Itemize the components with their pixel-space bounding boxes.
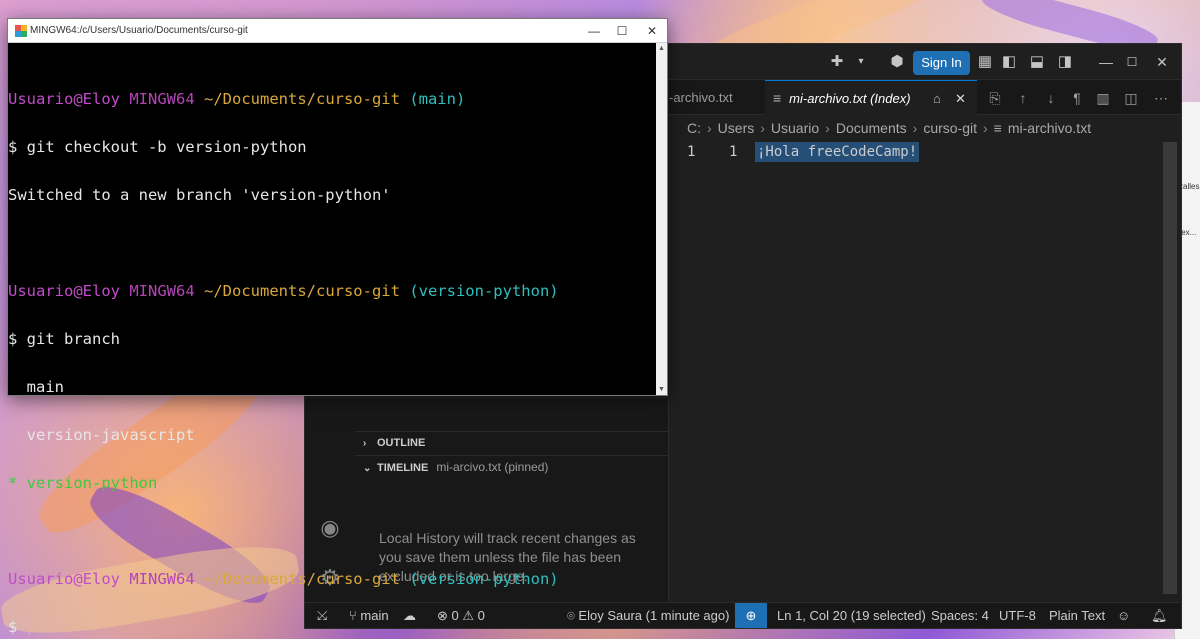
toggle-panel-icon[interactable]: ⬓ [1027,52,1047,72]
tab-label: -archivo.txt [669,90,733,105]
tab-mi-archivo-index[interactable]: ≡ mi-archivo.txt (Index) ⌂ ✕ [765,80,977,115]
prompt-branch: (main) [409,90,466,108]
breadcrumb-separator-icon: › [707,120,712,136]
language-mode[interactable]: Plain Text [1049,603,1105,628]
zoom-icon[interactable]: ⊕ [735,603,767,628]
maximize-icon[interactable]: ☐ [1121,52,1143,72]
prompt-branch: (version-python) [409,282,559,300]
copilot-icon[interactable]: ☺ [1117,603,1130,628]
map-icon[interactable]: ▥ [1093,88,1113,108]
prompt-branch: (version-python) [409,570,559,588]
editor-scrollbar[interactable] [1163,142,1177,594]
breadcrumb: C: › Users › Usuario › Documents › curso-git › ≡ mi… [687,120,1091,142]
minimize-icon[interactable]: — [584,21,604,41]
open-changes-icon[interactable]: ⎘ [985,88,1005,108]
file-lines-icon: ≡ [773,90,782,106]
bash-titlebar[interactable]: MINGW64:/c/Users/Usuario/Documents/curso… [8,19,667,43]
prompt-user: Usuario@Eloy [8,570,120,588]
window-title: MINGW64:/c/Users/Usuario/Documents/curso… [30,25,248,36]
indentation[interactable]: Spaces: 4 [931,603,989,628]
text-cursor [28,619,30,635]
prompt-user: Usuario@Eloy [8,90,120,108]
prompt-path: ~/Documents/curso-git [204,282,400,300]
split-editor-icon[interactable]: ◫ [1121,88,1141,108]
toggle-sidebar-icon[interactable]: ◧ [999,52,1019,72]
terminal-output[interactable]: Usuario@Eloy MINGW64 ~/Documents/curso-g… [8,59,658,639]
scroll-up-icon[interactable]: ▲ [656,43,667,54]
scroll-down-icon[interactable]: ▼ [656,384,667,395]
toggle-secondary-sidebar-icon[interactable]: ◨ [1055,52,1075,72]
close-icon[interactable]: ✕ [1151,52,1173,72]
prompt-mingw: MINGW64 [129,90,195,108]
breadcrumb-item[interactable]: Users [718,120,755,136]
line-number-original: 1 [687,144,696,160]
tab-archivo[interactable]: -archivo.txt [669,80,759,115]
line-number-modified: 1 [729,144,738,160]
breadcrumb-separator-icon: › [983,120,988,136]
prompt-line: Usuario@Eloy MINGW64 ~/Documents/curso-g… [8,571,658,587]
arrow-down-icon[interactable]: ↓ [1041,88,1061,108]
breadcrumb-separator-icon: › [825,120,830,136]
prompt-mingw: MINGW64 [129,570,195,588]
command-line: $ git branch [8,330,120,348]
cursor-position[interactable]: Ln 1, Col 20 (19 selected) [777,603,926,628]
prompt-line: Usuario@Eloy MINGW64 ~/Documents/curso-g… [8,283,658,299]
minimize-icon[interactable]: — [1095,52,1117,72]
git-bash-window: MINGW64:/c/Users/Usuario/Documents/curso… [7,18,668,635]
editor-tabs: -archivo.txt ≡ mi-archivo.txt (Index) ⌂ ✕… [669,80,1181,115]
output-line: main [8,378,64,396]
lock-icon: ⌂ [933,91,941,106]
encoding[interactable]: UTF-8 [999,603,1036,628]
arrow-up-icon[interactable]: ↑ [1013,88,1033,108]
prompt-path: ~/Documents/curso-git [204,570,400,588]
input-line[interactable]: $ [8,619,658,635]
output-line: version-javascript [8,426,195,444]
breadcrumb-item[interactable]: Documents [836,120,907,136]
copilot-chat-icon[interactable]: ✚ [827,52,847,72]
prompt-user: Usuario@Eloy [8,282,120,300]
code-text[interactable]: ¡Hola freeCodeCamp! [755,142,920,162]
command-line: $ git checkout -b version-python [8,138,307,156]
bell-icon[interactable]: 🔔︎ [1151,603,1168,628]
breadcrumb-separator-icon: › [760,120,765,136]
maximize-icon[interactable]: ☐ [612,21,632,41]
pilcrow-icon[interactable]: ¶ [1067,88,1087,108]
current-branch-line: * version-python [8,474,158,492]
mingw-logo-icon [15,25,27,37]
chevron-down-icon[interactable]: ▾ [851,52,871,72]
breadcrumb-separator-icon: › [912,120,918,136]
accounts-icon[interactable]: ⬢ [887,52,907,72]
terminal-scrollbar[interactable]: ▲ ▼ [656,43,667,395]
more-actions-icon[interactable]: ⋯ [1151,88,1171,108]
layout-icon[interactable]: ▦ [975,52,995,72]
breadcrumb-item[interactable]: mi-archivo.txt [1008,120,1091,136]
sign-in-button[interactable]: Sign In [913,51,970,75]
output-line: Switched to a new branch 'version-python… [8,186,391,204]
prompt-path: ~/Documents/curso-git [204,90,400,108]
peek-text: zalles [1179,182,1200,191]
close-icon[interactable]: ✕ [642,21,662,41]
tab-label: mi-archivo.txt (Index) [789,91,911,106]
file-lines-icon: ≡ [993,120,1002,136]
close-tab-icon[interactable]: ✕ [955,81,966,116]
prompt-line: Usuario@Eloy MINGW64 ~/Documents/curso-g… [8,91,658,107]
prompt-mingw: MINGW64 [129,282,195,300]
prompt-symbol: $ [8,618,27,636]
breadcrumb-item[interactable]: curso-git [923,120,977,136]
breadcrumb-item[interactable]: C: [687,120,701,136]
breadcrumb-item[interactable]: Usuario [771,120,819,136]
